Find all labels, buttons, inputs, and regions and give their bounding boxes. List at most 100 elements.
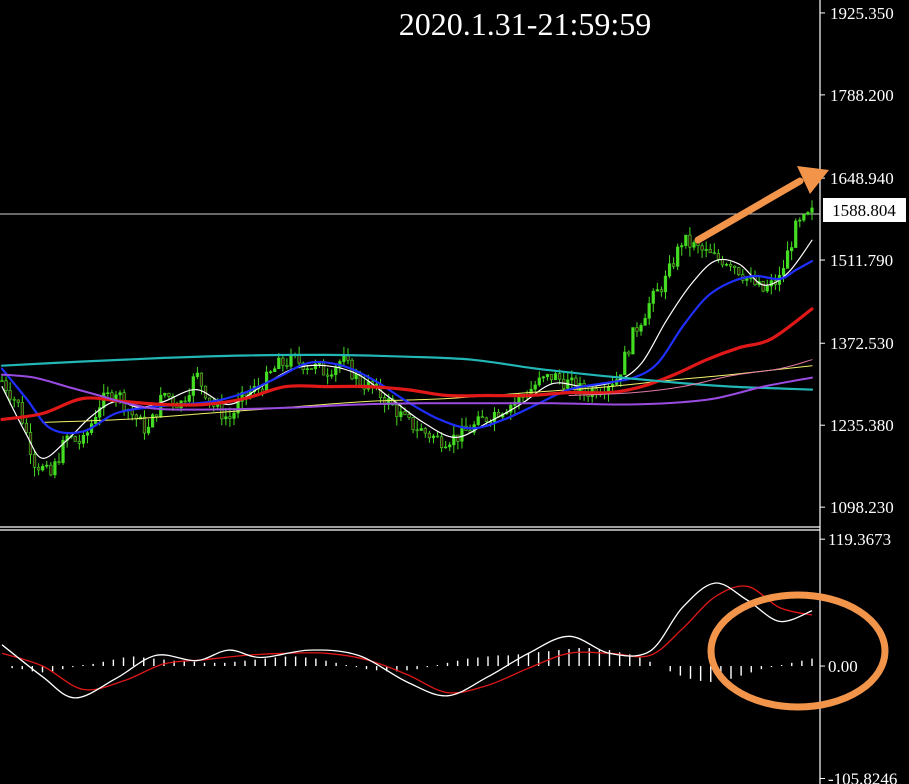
candle-body bbox=[334, 366, 338, 376]
candle-body bbox=[151, 414, 155, 428]
candle-body bbox=[517, 396, 521, 403]
candle-body bbox=[106, 392, 110, 395]
candle-body bbox=[492, 412, 497, 423]
candle-body bbox=[798, 219, 802, 222]
candle-body bbox=[684, 234, 688, 246]
candle-body bbox=[41, 465, 45, 471]
candle-body bbox=[399, 411, 403, 418]
candle-body bbox=[407, 414, 411, 418]
candle-body bbox=[354, 373, 358, 380]
candle-body bbox=[810, 207, 814, 213]
candle-body bbox=[220, 402, 224, 420]
price-tick-label: 1235.380 bbox=[830, 416, 894, 435]
candle-body bbox=[647, 303, 651, 319]
candle-body bbox=[317, 362, 322, 365]
candle-body bbox=[781, 268, 786, 276]
candle-body bbox=[728, 263, 733, 267]
candle-body bbox=[53, 461, 57, 476]
price-tick-label: 1788.200 bbox=[830, 86, 894, 105]
candle-body bbox=[118, 392, 122, 396]
current-price-tag: 1588.804 bbox=[823, 198, 906, 222]
candle-body bbox=[20, 402, 24, 424]
candle-body bbox=[309, 368, 313, 370]
candle-body bbox=[737, 267, 741, 275]
candle-body bbox=[281, 357, 285, 366]
candle-body bbox=[342, 355, 346, 362]
candle-body bbox=[708, 249, 712, 254]
candle-body bbox=[676, 246, 680, 267]
candle-body bbox=[631, 327, 635, 355]
candle-body bbox=[541, 376, 545, 379]
candle-body bbox=[77, 440, 81, 444]
candle-body bbox=[651, 290, 655, 304]
candle-body bbox=[672, 263, 676, 267]
candle-body bbox=[639, 325, 643, 332]
candle-body bbox=[419, 428, 423, 431]
candle-body bbox=[37, 467, 41, 471]
candle-body bbox=[704, 249, 708, 251]
candle-body bbox=[790, 247, 794, 252]
candle-body bbox=[403, 411, 407, 415]
candle-body bbox=[232, 412, 236, 419]
candle-body bbox=[553, 373, 558, 381]
candle-body bbox=[326, 374, 330, 377]
candle-body bbox=[643, 317, 647, 326]
candle-body bbox=[716, 253, 720, 260]
candle-body bbox=[570, 377, 574, 381]
chart-title: 2020.1.31-21:59:59 bbox=[399, 6, 651, 42]
candle-body bbox=[187, 395, 191, 402]
candle-body bbox=[4, 380, 8, 391]
candle-body bbox=[269, 371, 273, 373]
price-tick-label: 1925.350 bbox=[830, 4, 894, 23]
price-tick-label: 1648.940 bbox=[830, 169, 894, 188]
candle-body bbox=[444, 446, 448, 449]
chart-canvas: 1925.350 1788.200 1648.940 1511.790 1372.530… bbox=[0, 0, 909, 784]
candle-body bbox=[765, 285, 769, 292]
candle-body bbox=[85, 432, 90, 436]
candle-body bbox=[806, 212, 810, 215]
candle-body bbox=[395, 404, 399, 418]
candle-body bbox=[761, 281, 765, 292]
background bbox=[0, 0, 909, 784]
candle-body bbox=[277, 357, 281, 370]
candle-body bbox=[794, 220, 798, 248]
candle-body bbox=[659, 289, 663, 293]
candle-body bbox=[24, 422, 29, 433]
candle-body bbox=[452, 434, 456, 446]
indicator-tick-label: -105.8246 bbox=[828, 769, 897, 784]
candle-body bbox=[549, 374, 554, 381]
candle-body bbox=[16, 399, 20, 403]
candle-body bbox=[439, 436, 444, 449]
candle-body bbox=[57, 461, 61, 463]
candle-body bbox=[623, 351, 627, 376]
candle-body bbox=[533, 384, 537, 390]
candle-body bbox=[297, 354, 301, 364]
current-price-label: 1588.804 bbox=[832, 201, 896, 220]
candle-body bbox=[321, 362, 326, 376]
candle-body bbox=[700, 245, 704, 251]
candle-body bbox=[146, 426, 151, 434]
candle-body bbox=[155, 414, 159, 417]
candle-body bbox=[415, 429, 419, 432]
candle-body bbox=[476, 416, 480, 425]
candle-body bbox=[195, 372, 199, 377]
candle-body bbox=[199, 372, 204, 387]
candle-body bbox=[142, 416, 147, 434]
candle-body bbox=[427, 432, 431, 439]
price-tick-label: 1098.230 bbox=[830, 498, 894, 517]
candle-body bbox=[456, 434, 460, 442]
candle-body bbox=[480, 416, 484, 419]
price-tick-label: 1372.530 bbox=[830, 334, 894, 353]
candle-body bbox=[448, 444, 452, 448]
candle-body bbox=[45, 464, 49, 467]
candle-body bbox=[12, 398, 16, 401]
candle-body bbox=[692, 242, 696, 248]
candle-body bbox=[802, 214, 806, 221]
candle-body bbox=[224, 416, 228, 420]
candle-body bbox=[163, 392, 167, 396]
candle-body bbox=[745, 278, 749, 281]
indicator-tick-label: 0.00 bbox=[828, 657, 858, 676]
candle-body bbox=[305, 368, 309, 370]
candle-body bbox=[733, 265, 737, 268]
candle-body bbox=[712, 252, 716, 255]
